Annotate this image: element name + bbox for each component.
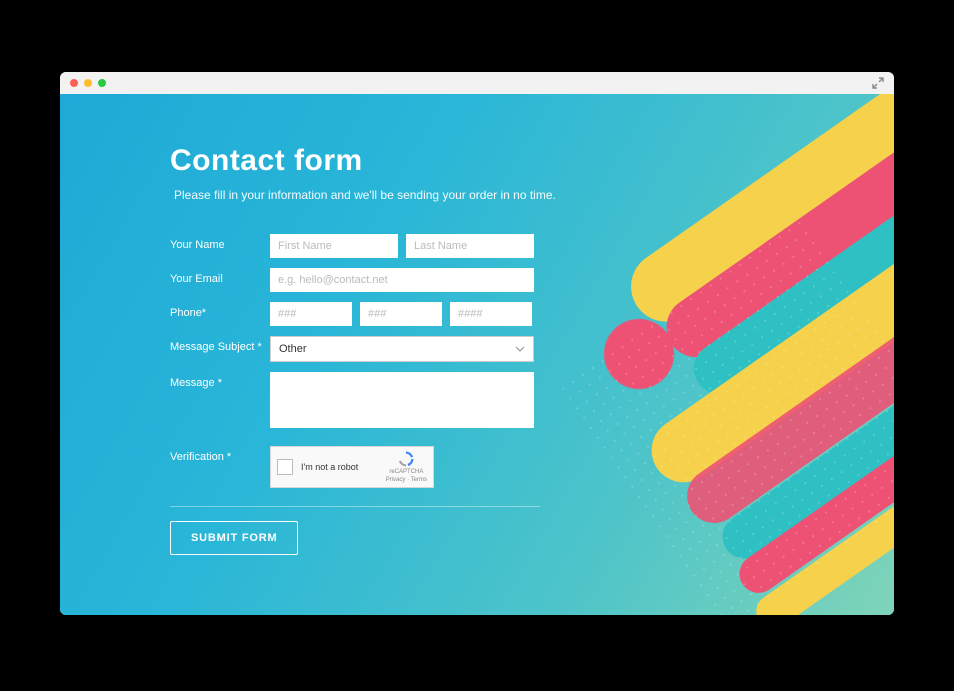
maximize-window-button[interactable]	[98, 79, 106, 87]
label-name: Your Name	[170, 234, 270, 251]
label-message: Message *	[170, 372, 270, 389]
recaptcha-label: I'm not a robot	[301, 462, 378, 472]
recaptcha-logo: reCAPTCHA Privacy · Terms	[386, 450, 427, 483]
label-verification: Verification *	[170, 446, 270, 463]
last-name-input[interactable]	[406, 234, 534, 258]
row-name: Your Name	[170, 234, 620, 258]
message-textarea[interactable]	[270, 372, 534, 428]
label-phone: Phone*	[170, 302, 270, 319]
recaptcha-brand: reCAPTCHA	[386, 469, 427, 476]
chevron-down-icon	[515, 344, 525, 355]
row-email: Your Email	[170, 268, 620, 292]
first-name-input[interactable]	[270, 234, 398, 258]
phone-area-input[interactable]	[270, 302, 352, 326]
subject-select[interactable]: Other	[270, 336, 534, 362]
label-email: Your Email	[170, 268, 270, 285]
browser-window: Contact form Please fill in your informa…	[60, 72, 894, 615]
row-subject: Message Subject * Other	[170, 336, 620, 362]
row-phone: Phone*	[170, 302, 620, 326]
email-input[interactable]	[270, 268, 534, 292]
page-subtitle: Please fill in your information and we'l…	[170, 188, 620, 202]
expand-icon[interactable]	[872, 76, 884, 94]
recaptcha-terms: Privacy · Terms	[386, 477, 427, 484]
page-title: Contact form	[170, 144, 620, 178]
row-verification: Verification * I'm not a robot reCAPTCHA	[170, 446, 620, 488]
subject-selected-value: Other	[279, 343, 307, 355]
recaptcha-widget: I'm not a robot reCAPTCHA Privacy · Term…	[270, 446, 434, 488]
phone-prefix-input[interactable]	[360, 302, 442, 326]
recaptcha-checkbox[interactable]	[277, 459, 293, 475]
label-subject: Message Subject *	[170, 336, 270, 353]
contact-form: Contact form Please fill in your informa…	[60, 94, 620, 555]
submit-button[interactable]: SUBMIT FORM	[170, 521, 298, 555]
window-title-bar	[60, 72, 894, 94]
page-content: Contact form Please fill in your informa…	[60, 94, 894, 615]
form-divider	[170, 506, 540, 507]
phone-line-input[interactable]	[450, 302, 532, 326]
row-message: Message *	[170, 372, 620, 428]
close-window-button[interactable]	[70, 79, 78, 87]
minimize-window-button[interactable]	[84, 79, 92, 87]
traffic-lights	[70, 79, 106, 87]
